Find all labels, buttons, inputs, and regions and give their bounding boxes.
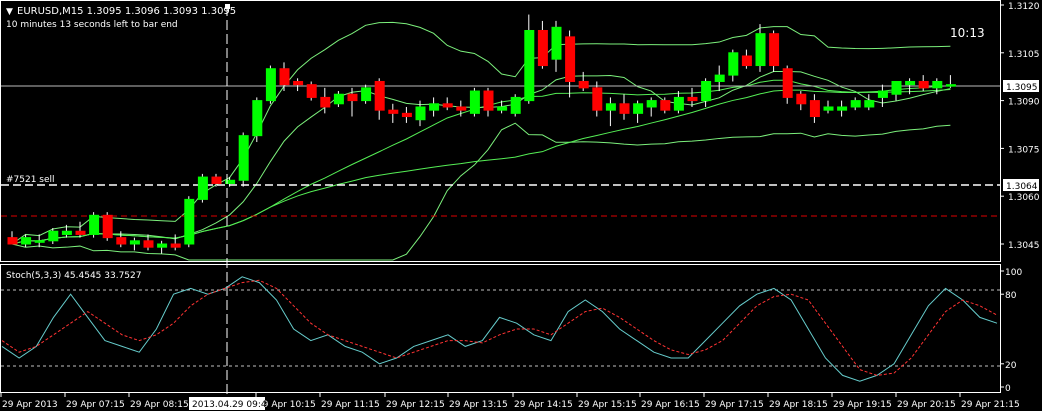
bull-candle [265,65,276,104]
time-tick-label: 29 Apr 17:15 [705,400,764,410]
stoch-title: Stoch(5,3,3) 45.4545 33.7527 [6,271,141,281]
stoch-tick-label: 100 [1005,268,1022,278]
bear-candle [306,81,317,101]
order-label[interactable]: #7521 sell [6,175,55,185]
time-tick-label: 29 Apr 2013 [2,400,58,410]
time-tick-label: 29 Apr 21:15 [961,400,1020,410]
bear-candle [769,30,780,72]
bull-candle [197,173,208,203]
price-tick-label: 1.3105 [1008,50,1040,60]
order-price-text: 1.3064 [1006,182,1038,192]
bull-candle [510,94,521,117]
stoch-panel[interactable] [0,264,1001,393]
header-arrow[interactable]: ▼ [6,7,13,17]
price-tick-label: 1.3090 [1008,98,1040,108]
time-tick-label: 29 Apr 18:15 [769,400,828,410]
bull-candle [89,212,100,238]
bull-candle [469,87,480,117]
bull-candle [252,97,263,143]
stoch-axis[interactable]: 100 80 20 0 [1000,268,1022,394]
time-tick-label: 29 Apr 20:15 [897,400,956,410]
time-tick-label: 29 Apr 08:15 [130,400,189,410]
time-tick-label: 29 Apr 11:15 [321,400,380,410]
time-tick-label: 29 Apr 15:15 [578,400,637,410]
time-axis[interactable]: 29 Apr 2013 29 Apr 07:15 29 Apr 08:15 29 Ap… [0,393,1020,410]
stoch-tick-label: 80 [1005,291,1017,301]
time-tick-label: 29 Apr 19:15 [833,400,892,410]
symbol-title: EURUSD,M15 1.3095 1.3096 1.3093 1.3095 [17,6,236,17]
time-tick-label: 29 Apr 14:15 [514,400,573,410]
price-tick-label: 1.3060 [1008,193,1040,203]
current-price-text: 1.3095 [1006,83,1038,93]
cursor-time-tag: 2013.04.29 09:45 [189,397,272,410]
stoch-tick-label: 20 [1005,361,1017,371]
time-tick-label: 29 Apr 07:15 [66,400,125,410]
chart-canvas[interactable]: ▼ EURUSD,M15 1.3095 1.3096 1.3093 1.3095… [0,0,1042,411]
stoch-tick-label: 0 [1005,384,1011,394]
order-price-tag: 1.3064 [1003,179,1039,192]
current-price-tag: 1.3095 [1003,80,1039,93]
bear-candle [102,212,113,241]
price-axis[interactable]: 1.3120 1.3105 1.3090 1.3075 1.3060 1.3045 [1000,2,1040,251]
time-tick-label: 29 Apr 12:15 [386,400,445,410]
price-tick-label: 1.3045 [1008,241,1040,251]
price-tick-label: 1.3075 [1008,145,1040,155]
bar-timer-text: 10 minutes 13 seconds left to bar end [6,20,178,30]
clock-text: 10:13 [950,26,985,40]
time-tick-label: 29 Apr 13:15 [449,400,508,410]
bull-candle [238,132,249,187]
bull-candle [361,84,372,104]
price-tick-label: 1.3120 [1008,2,1040,12]
cursor-time-text: 2013.04.29 09:45 [192,400,272,410]
time-tick-label: 29 Apr 16:15 [641,400,700,410]
bull-candle [184,196,195,248]
